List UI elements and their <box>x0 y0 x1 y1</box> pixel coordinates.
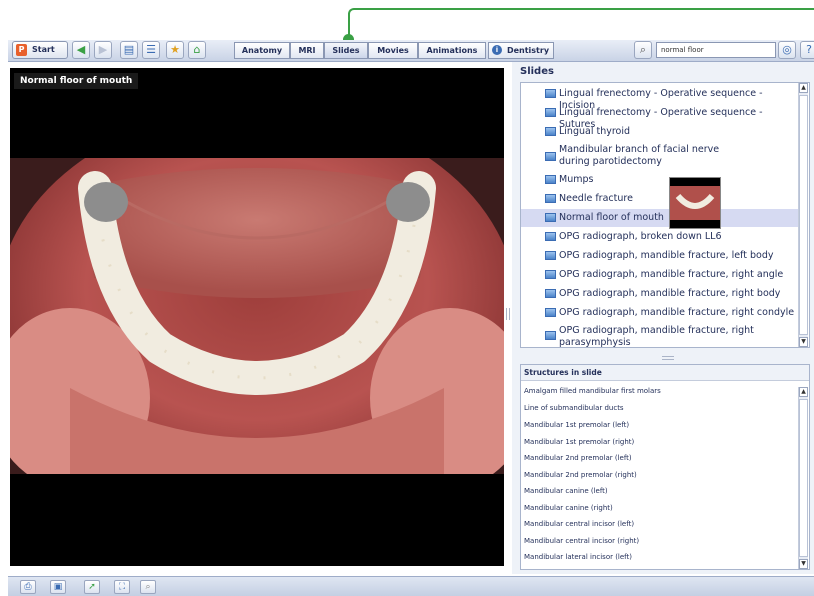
structure-list-item[interactable]: Mandibular 1st premolar (left) <box>524 420 629 430</box>
slide-list-item[interactable]: OPG radiograph, mandible fracture, right… <box>521 325 799 348</box>
tab-dentistry-label: Dentistry <box>506 46 550 55</box>
slide-list-item[interactable]: Mandibular branch of facial nerve during… <box>521 144 799 170</box>
info-icon: i <box>492 45 502 55</box>
slides-panel-title: Slides <box>520 66 554 77</box>
slides-scrollbar[interactable]: ▲ ▼ <box>798 83 808 347</box>
slide-icon <box>545 251 556 260</box>
slide-item-label: OPG radiograph, broken down LL6 <box>559 231 722 242</box>
slide-icon <box>545 331 556 340</box>
help-icon[interactable]: ? <box>800 41 814 59</box>
slide-item-label: OPG radiograph, mandible fracture, left … <box>559 250 774 261</box>
slide-list-item[interactable]: Lingual frenectomy - Operative sequence … <box>521 87 799 111</box>
structure-list-item[interactable]: Mandibular lateral incisor (left) <box>524 552 632 562</box>
back-arrow-icon[interactable]: ◀ <box>72 41 90 59</box>
main-toolbar: P Start ◀ ▶ ▤ ☰ ★ ⌂ Anatomy MRI Slides M… <box>8 40 814 62</box>
slide-list-item[interactable]: OPG radiograph, mandible fracture, right… <box>521 287 799 305</box>
scroll-down-arrow-icon[interactable]: ▼ <box>799 559 808 569</box>
slide-icon <box>545 175 556 184</box>
slide-thumbnail-preview <box>669 177 721 229</box>
search-icon[interactable]: ⌕ <box>634 41 652 59</box>
slide-list-item[interactable]: Needle fracture <box>521 192 799 210</box>
document-icon[interactable]: ▤ <box>120 41 138 59</box>
structure-list-item[interactable]: Mandibular central incisor (right) <box>524 536 639 546</box>
structure-list-item[interactable]: Mandibular canine (left) <box>524 486 608 496</box>
slide-icon <box>545 194 556 203</box>
slide-list-item[interactable]: OPG radiograph, mandible fracture, left … <box>521 249 799 267</box>
structure-list-item[interactable]: Line of submandibular ducts <box>524 403 624 413</box>
structure-list-item[interactable]: Mandibular central incisor (left) <box>524 519 634 529</box>
scroll-up-arrow-icon[interactable]: ▲ <box>799 387 808 397</box>
slide-list-item[interactable]: Lingual thyroid <box>521 125 799 143</box>
structure-list-item[interactable]: Mandibular canine (right) <box>524 503 613 513</box>
start-label: Start <box>32 45 55 54</box>
slide-icon <box>545 289 556 298</box>
slide-icon <box>545 213 556 222</box>
structure-list-item[interactable]: Amalgam filled mandibular first molars <box>524 386 661 396</box>
zoom-icon[interactable]: ⌕ <box>140 580 156 594</box>
start-button[interactable]: P Start <box>12 41 68 59</box>
scroll-up-arrow-icon[interactable]: ▲ <box>799 83 808 93</box>
slides-scroll-thumb[interactable] <box>799 95 808 335</box>
slide-icon <box>545 308 556 317</box>
tab-animations[interactable]: Animations <box>418 42 486 59</box>
slides-list: Lingual frenectomy - Operative sequence … <box>520 82 810 348</box>
slide-item-label: OPG radiograph, mandible fracture, right… <box>559 269 784 280</box>
list-icon[interactable]: ☰ <box>142 41 160 59</box>
slide-viewer[interactable]: Normal floor of mouth <box>10 68 504 566</box>
thumbnail-image <box>670 186 720 220</box>
structure-list-item[interactable]: Mandibular 2nd premolar (right) <box>524 470 637 480</box>
slide-item-label: Mandibular branch of facial nerve during… <box>559 144 720 167</box>
tab-mri[interactable]: MRI <box>290 42 324 59</box>
scroll-down-arrow-icon[interactable]: ▼ <box>799 337 808 347</box>
slide-icon <box>545 127 556 136</box>
slide-title: Normal floor of mouth <box>14 73 139 89</box>
right-panel: Slides Lingual frenectomy - Operative se… <box>512 62 814 574</box>
slide-icon <box>545 89 556 98</box>
slide-list-item[interactable]: Lingual frenectomy - Operative sequence … <box>521 106 799 130</box>
save-icon[interactable]: ▣ <box>50 580 66 594</box>
globe-icon[interactable]: ◎ <box>778 41 796 59</box>
structures-scroll-thumb[interactable] <box>799 399 808 557</box>
home-icon[interactable]: ⌂ <box>188 41 206 59</box>
slide-list-item[interactable]: OPG radiograph, broken down LL6 <box>521 230 799 248</box>
slide-list-item-selected[interactable]: Normal floor of mouth <box>521 209 799 227</box>
callout-line <box>348 8 814 38</box>
structure-list-item[interactable]: Mandibular 1st premolar (right) <box>524 437 634 447</box>
search-input[interactable]: normal floor <box>656 42 776 58</box>
structures-panel-title: Structures in slide <box>521 365 809 381</box>
slide-item-label: Lingual thyroid <box>559 126 631 137</box>
vertical-splitter-handle[interactable] <box>506 308 510 320</box>
print-icon[interactable]: ⎙ <box>20 580 36 594</box>
favorite-star-icon[interactable]: ★ <box>166 41 184 59</box>
slide-icon <box>545 270 556 279</box>
tab-movies[interactable]: Movies <box>368 42 418 59</box>
structure-list-item[interactable]: Mandibular 2nd premolar (left) <box>524 453 632 463</box>
slide-item-label: OPG radiograph, mandible fracture, right… <box>559 307 795 318</box>
slide-photo <box>10 158 504 474</box>
fullscreen-icon[interactable]: ⛶ <box>114 580 130 594</box>
tab-anatomy[interactable]: Anatomy <box>234 42 290 59</box>
slide-icon <box>545 108 556 117</box>
structures-scrollbar[interactable]: ▲ ▼ <box>798 387 808 569</box>
tab-slides[interactable]: Slides <box>324 42 368 59</box>
bottom-toolbar: ⎙ ▣ ➚ ⛶ ⌕ <box>8 576 814 596</box>
structures-panel: Structures in slide Amalgam filled mandi… <box>520 364 810 570</box>
slide-list-item[interactable]: OPG radiograph, mandible fracture, right… <box>521 268 799 286</box>
tab-dentistry[interactable]: i Dentistry <box>488 42 554 59</box>
slide-icon <box>545 232 556 241</box>
slide-list-item[interactable]: Mumps <box>521 173 799 191</box>
slide-list-item[interactable]: OPG radiograph, mandible fracture, right… <box>521 306 799 324</box>
horizontal-splitter-handle[interactable] <box>662 356 674 360</box>
start-logo-icon: P <box>16 44 27 56</box>
export-icon[interactable]: ➚ <box>84 580 100 594</box>
slide-item-label: OPG radiograph, mandible fracture, right… <box>559 325 754 348</box>
forward-arrow-icon[interactable]: ▶ <box>94 41 112 59</box>
slide-icon <box>545 152 556 161</box>
slide-item-label: OPG radiograph, mandible fracture, right… <box>559 288 781 299</box>
